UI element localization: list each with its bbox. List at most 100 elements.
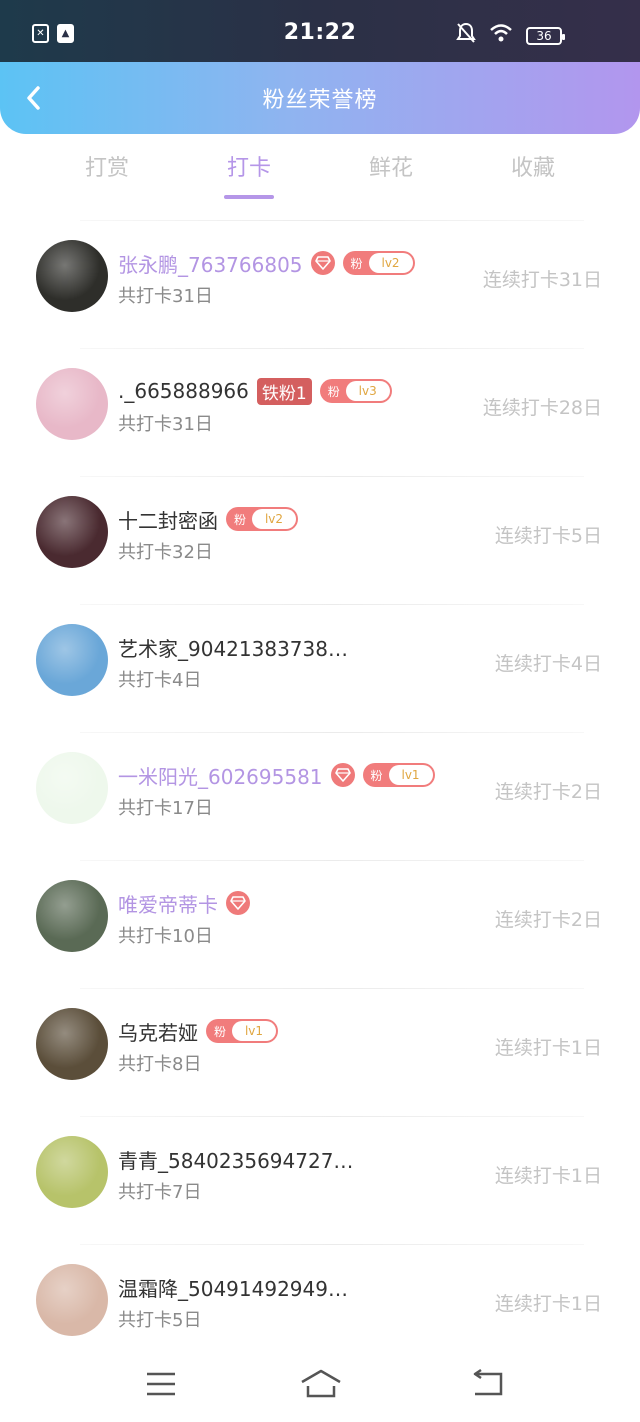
list-item[interactable]: 唯爱帝蒂卡共打卡10日 连续打卡2日	[0, 860, 640, 988]
list-item[interactable]: 一米阳光_602695581 粉 lv1 共打卡17日 连续打卡2日	[0, 732, 640, 860]
name-line: 温霜降_50491492949…	[118, 1272, 348, 1302]
fan-badge-label: 粉	[350, 256, 363, 271]
page-title: 粉丝荣誉榜	[262, 88, 378, 113]
diamond-icon	[310, 251, 335, 275]
bottom-nav	[0, 1356, 640, 1422]
user-name[interactable]: 乌克若娅	[118, 1017, 198, 1046]
total-checkins: 共打卡8日	[118, 1054, 202, 1075]
avatar[interactable]	[36, 368, 108, 440]
total-checkins: 共打卡32日	[118, 542, 213, 563]
total-checkins: 共打卡7日	[118, 1182, 202, 1203]
row-divider	[80, 604, 584, 605]
avatar[interactable]	[36, 1136, 108, 1208]
total-checkins: 共打卡17日	[118, 798, 213, 819]
tab-bar: 打赏 打卡 鲜花 收藏	[0, 150, 640, 200]
list-item[interactable]: 张永鹏_763766805 粉 lv2 共打卡31日 连续打卡31日	[0, 220, 640, 348]
streak-checkins: 连续打卡2日	[494, 909, 602, 931]
fan-badge-level: lv3	[345, 381, 390, 401]
user-name[interactable]: 十二封密函	[118, 505, 218, 534]
home-button[interactable]	[299, 1368, 343, 1400]
list-item[interactable]: 乌克若娅粉 lv1 共打卡8日 连续打卡1日	[0, 988, 640, 1116]
fan-level-badge: 粉 lv3	[319, 379, 392, 403]
name-line: 十二封密函粉 lv2	[118, 504, 298, 534]
streak-checkins: 连续打卡28日	[482, 397, 602, 419]
back-icon	[473, 1368, 503, 1396]
list-item[interactable]: 艺术家_90421383738… 共打卡4日 连续打卡4日	[0, 604, 640, 732]
fan-badge-level: lv2	[368, 253, 413, 273]
list-item[interactable]: 温霜降_50491492949… 共打卡5日 连续打卡1日	[0, 1244, 640, 1372]
user-name[interactable]: 唯爱帝蒂卡	[118, 889, 218, 918]
battery-icon: 36	[526, 27, 565, 45]
fan-badge-label: 粉	[370, 768, 383, 783]
row-divider	[80, 988, 584, 989]
avatar[interactable]	[36, 1264, 108, 1336]
tab-checkin[interactable]: 打卡	[199, 150, 299, 182]
row-divider	[80, 732, 584, 733]
fan-badge-level: lv1	[232, 1021, 276, 1041]
streak-checkins: 连续打卡1日	[494, 1293, 602, 1315]
home-icon	[301, 1369, 341, 1398]
streak-checkins: 连续打卡4日	[494, 653, 602, 675]
avatar[interactable]	[36, 1008, 108, 1080]
streak-checkins: 连续打卡1日	[494, 1037, 602, 1059]
avatar[interactable]	[36, 752, 108, 824]
wifi-icon	[490, 24, 512, 42]
tab-flowers[interactable]: 鲜花	[341, 150, 441, 182]
fan-badge-label: 粉	[327, 384, 340, 399]
fan-badge-level: lv1	[388, 765, 433, 785]
name-line: 张永鹏_763766805 粉 lv2	[118, 248, 415, 278]
user-name[interactable]: 张永鹏_763766805	[118, 249, 303, 278]
name-line: 乌克若娅粉 lv1	[118, 1016, 278, 1046]
status-bar: ✕ ▲ 21:22 36	[0, 0, 640, 62]
fan-badge-label: 粉	[213, 1024, 226, 1039]
fan-level-badge: 粉 lv1	[362, 763, 435, 787]
tab-reward[interactable]: 打赏	[57, 150, 157, 182]
user-name[interactable]: 艺术家_90421383738…	[118, 633, 348, 662]
streak-checkins: 连续打卡5日	[494, 525, 602, 547]
row-divider	[80, 220, 584, 221]
name-line: ._665888966 铁粉1 粉 lv3	[118, 376, 392, 406]
diamond-icon	[226, 891, 250, 915]
row-divider	[80, 348, 584, 349]
user-name[interactable]: ._665888966	[118, 379, 249, 403]
tab-active-indicator	[224, 195, 274, 199]
avatar[interactable]	[36, 240, 108, 312]
total-checkins: 共打卡4日	[118, 670, 202, 691]
list-item[interactable]: 十二封密函粉 lv2 共打卡32日 连续打卡5日	[0, 476, 640, 604]
user-name[interactable]: 青青_5840235694727…	[118, 1145, 353, 1174]
user-name[interactable]: 一米阳光_602695581	[118, 761, 323, 790]
diamond-icon	[330, 763, 355, 787]
total-checkins: 共打卡31日	[118, 286, 213, 307]
bell-off-icon	[456, 22, 476, 43]
name-line: 艺术家_90421383738…	[118, 632, 348, 662]
menu-button[interactable]	[141, 1368, 181, 1400]
total-checkins: 共打卡31日	[118, 414, 213, 435]
name-line: 青青_5840235694727…	[118, 1144, 353, 1174]
fan-level-badge: 粉 lv2	[226, 507, 298, 531]
name-line: 一米阳光_602695581 粉 lv1	[118, 760, 435, 790]
fan-level-badge: 粉 lv1	[206, 1019, 278, 1043]
avatar[interactable]	[36, 624, 108, 696]
user-name[interactable]: 温霜降_50491492949…	[118, 1273, 348, 1302]
menu-icon	[147, 1372, 175, 1396]
tab-favorites[interactable]: 收藏	[483, 150, 583, 182]
row-divider	[80, 1116, 584, 1117]
name-line: 唯爱帝蒂卡	[118, 888, 250, 918]
streak-checkins: 连续打卡2日	[494, 781, 602, 803]
streak-checkins: 连续打卡31日	[482, 269, 602, 291]
list-item[interactable]: 青青_5840235694727… 共打卡7日 连续打卡1日	[0, 1116, 640, 1244]
iron-fan-badge: 铁粉1	[256, 377, 312, 405]
total-checkins: 共打卡10日	[118, 926, 213, 947]
status-right-icons	[456, 22, 512, 44]
avatar[interactable]	[36, 880, 108, 952]
row-divider	[80, 476, 584, 477]
avatar[interactable]	[36, 496, 108, 568]
fan-badge-level: lv2	[252, 509, 296, 529]
fan-level-badge: 粉 lv2	[342, 251, 415, 275]
list-item[interactable]: ._665888966 铁粉1 粉 lv3 共打卡31日 连续打卡28日	[0, 348, 640, 476]
total-checkins: 共打卡5日	[118, 1310, 202, 1331]
back-nav-button[interactable]	[469, 1368, 509, 1400]
row-divider	[80, 1244, 584, 1245]
row-divider	[80, 860, 584, 861]
streak-checkins: 连续打卡1日	[494, 1165, 602, 1187]
